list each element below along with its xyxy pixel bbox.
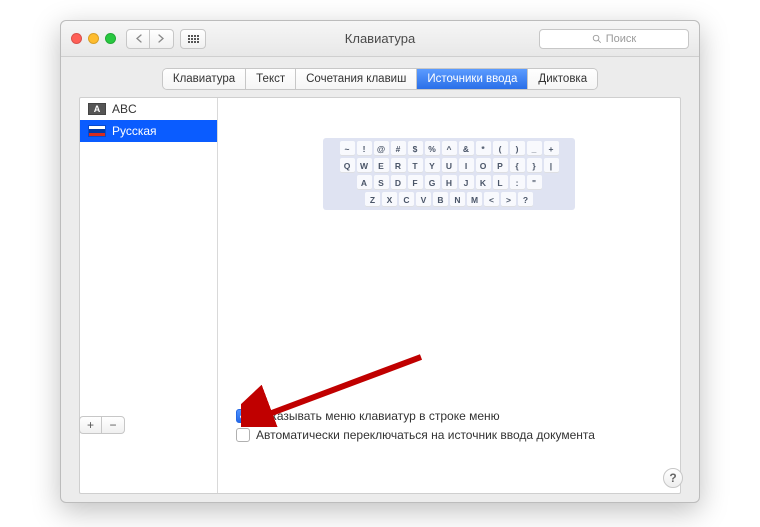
options-area: Показывать меню клавиатур в строке меню … <box>236 409 595 442</box>
keyboard-key: Y <box>425 158 440 173</box>
keyboard-key: Q <box>340 158 355 173</box>
keyboard-key: ~ <box>340 141 355 156</box>
keyboard-key: P <box>493 158 508 173</box>
keyboard-key: G <box>425 175 440 190</box>
russia-flag-icon <box>88 125 106 137</box>
zoom-window-button[interactable] <box>105 33 116 44</box>
keyboard-key: L <box>493 175 508 190</box>
keyboard-key: A <box>357 175 372 190</box>
auto-switch-row: Автоматически переключаться на источник … <box>236 428 595 442</box>
keyboard-key: ? <box>518 192 533 207</box>
keyboard-key: N <box>450 192 465 207</box>
keyboard-key: { <box>510 158 525 173</box>
keyboard-key: O <box>476 158 491 173</box>
forward-button[interactable] <box>150 29 174 49</box>
keyboard-key: E <box>374 158 389 173</box>
search-input[interactable]: Поиск <box>539 29 689 49</box>
show-menu-label: Показывать меню клавиатур в строке меню <box>256 409 500 423</box>
keyboard-key: * <box>476 141 491 156</box>
tab-dictation[interactable]: Диктовка <box>528 69 597 89</box>
keyboard-key: ^ <box>442 141 457 156</box>
keyboard-key: @ <box>374 141 389 156</box>
minimize-window-button[interactable] <box>88 33 99 44</box>
input-source-label: ABC <box>112 102 137 116</box>
input-source-item-abc[interactable]: A ABC <box>80 98 217 120</box>
auto-switch-checkbox[interactable] <box>236 428 250 442</box>
grid-icon <box>188 35 199 43</box>
close-window-button[interactable] <box>71 33 82 44</box>
keyboard-key: ! <box>357 141 372 156</box>
virtual-keyboard: ~!@#$%^&*()_+ QWERTYUIOP{}| ASDFGHJKL:" ZXC… <box>323 138 575 210</box>
add-remove-group: + − <box>79 416 125 434</box>
nav-buttons <box>126 29 174 49</box>
keyboard-key: } <box>527 158 542 173</box>
keyboard-key: X <box>382 192 397 207</box>
input-source-item-russian[interactable]: Русская <box>80 120 217 142</box>
keyboard-key: # <box>391 141 406 156</box>
keyboard-key: ) <box>510 141 525 156</box>
show-menu-row: Показывать меню клавиатур в строке меню <box>236 409 595 423</box>
keyboard-key: I <box>459 158 474 173</box>
keyboard-key: H <box>442 175 457 190</box>
tab-text[interactable]: Текст <box>246 69 296 89</box>
tab-bar: Клавиатура Текст Сочетания клавиш Источн… <box>163 69 597 89</box>
keyboard-key: T <box>408 158 423 173</box>
keyboard-key: K <box>476 175 491 190</box>
keyboard-key: > <box>501 192 516 207</box>
tab-input-sources[interactable]: Источники ввода <box>417 69 528 89</box>
keyboard-key: B <box>433 192 448 207</box>
show-menu-checkbox[interactable] <box>236 409 250 423</box>
keyboard-key: W <box>357 158 372 173</box>
keyboard-key: Z <box>365 192 380 207</box>
keyboard-key: _ <box>527 141 542 156</box>
auto-switch-label: Автоматически переключаться на источник … <box>256 428 595 442</box>
input-source-label: Русская <box>112 124 157 138</box>
keyboard-key: % <box>425 141 440 156</box>
titlebar: Клавиатура Поиск <box>61 21 699 57</box>
keyboard-key: C <box>399 192 414 207</box>
tab-keyboard[interactable]: Клавиатура <box>163 69 246 89</box>
search-placeholder: Поиск <box>606 33 636 45</box>
keyboard-key: U <box>442 158 457 173</box>
help-button[interactable]: ? <box>663 468 683 488</box>
keyboard-key: " <box>527 175 542 190</box>
keyboard-key: & <box>459 141 474 156</box>
keyboard-key: S <box>374 175 389 190</box>
tab-shortcuts[interactable]: Сочетания клавиш <box>296 69 417 89</box>
keyboard-key: < <box>484 192 499 207</box>
search-icon <box>592 34 602 44</box>
keyboard-key: V <box>416 192 431 207</box>
preferences-window: Клавиатура Поиск Клавиатура Текст Сочета… <box>60 20 700 503</box>
add-source-button[interactable]: + <box>80 417 102 433</box>
keyboard-key: ( <box>493 141 508 156</box>
keyboard-key: + <box>544 141 559 156</box>
keyboard-key: $ <box>408 141 423 156</box>
show-all-button[interactable] <box>180 29 206 49</box>
keyboard-key: D <box>391 175 406 190</box>
keyboard-key: M <box>467 192 482 207</box>
keyboard-key: | <box>544 158 559 173</box>
traffic-lights <box>71 33 116 44</box>
abc-flag-icon: A <box>88 103 106 115</box>
back-button[interactable] <box>126 29 150 49</box>
remove-source-button[interactable]: − <box>102 417 124 433</box>
keyboard-key: : <box>510 175 525 190</box>
keyboard-key: R <box>391 158 406 173</box>
keyboard-key: F <box>408 175 423 190</box>
keyboard-key: J <box>459 175 474 190</box>
